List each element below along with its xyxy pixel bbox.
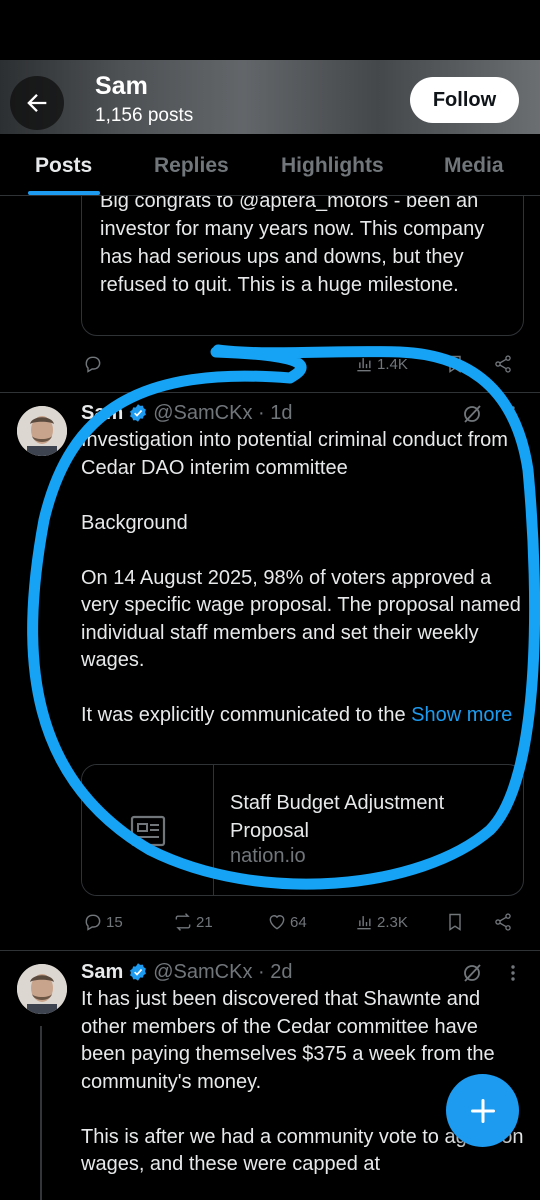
post-divider: [0, 950, 540, 951]
share-button[interactable]: [493, 912, 513, 932]
prev-reply-button[interactable]: [83, 354, 103, 374]
share-icon: [495, 913, 511, 931]
like-button[interactable]: 64: [267, 912, 307, 932]
thread-connector-line: [40, 1026, 42, 1200]
show-more-link[interactable]: Show more: [411, 704, 512, 726]
grok-icon[interactable]: [460, 402, 484, 426]
avatar-photo: [17, 406, 67, 456]
profile-header: Sam 1,156 posts Follow: [0, 60, 540, 134]
quoted-post-card[interactable]: Big congrats to @aptera_motors - been an…: [81, 196, 524, 336]
post-paragraph: It has just been discovered that Shawnte…: [81, 988, 495, 1093]
author-handle-time: @SamCKx · 2d: [153, 960, 293, 983]
avatar[interactable]: [17, 964, 67, 1014]
link-preview-card[interactable]: Staff Budget Adjustment Proposal nation.…: [81, 764, 524, 896]
verified-badge-icon: [130, 404, 147, 422]
more-icon[interactable]: [506, 402, 520, 426]
back-arrow-icon: [27, 94, 47, 112]
repost-button[interactable]: 21: [173, 912, 213, 932]
link-thumbnail: [82, 765, 214, 895]
tab-posts[interactable]: Posts: [35, 154, 92, 178]
tab-highlights[interactable]: Highlights: [281, 154, 384, 178]
author-handle-time: @SamCKx · 1d: [153, 401, 293, 424]
views-button[interactable]: 2.3K: [354, 912, 408, 932]
share-icon: [495, 355, 511, 373]
prev-views-count: 1.4K: [377, 355, 408, 373]
timeline: Big congrats to @aptera_motors - been an…: [0, 196, 540, 1200]
article-icon: [130, 815, 165, 847]
post-header: Sam @SamCKx · 2d: [81, 958, 292, 986]
views-icon: [357, 358, 371, 372]
views-icon: [357, 916, 371, 930]
quoted-post-text: Big congrats to @aptera_motors - been an…: [100, 196, 485, 296]
bookmark-icon: [449, 913, 461, 931]
follow-button[interactable]: Follow: [410, 77, 519, 123]
active-tab-indicator: [28, 191, 100, 195]
avatar[interactable]: [17, 406, 67, 456]
post-paragraph: Background: [81, 511, 188, 534]
tab-media[interactable]: Media: [444, 154, 504, 178]
post-actions: 15 21 64 2.3K: [81, 912, 521, 940]
link-card-title: Staff Budget Adjustment Proposal: [230, 792, 445, 842]
like-count: 64: [290, 913, 307, 931]
reply-count: 15: [106, 913, 123, 931]
views-count: 2.3K: [377, 913, 408, 931]
bookmark-button[interactable]: [445, 912, 465, 932]
tab-replies[interactable]: Replies: [154, 154, 229, 178]
post-header: Sam @SamCKx · 1d: [81, 399, 292, 427]
repost-count: 21: [196, 913, 213, 931]
prev-views-button[interactable]: 1.4K: [354, 354, 408, 374]
prev-post-actions: 1.4K: [81, 354, 521, 382]
back-button[interactable]: [10, 76, 64, 130]
post-paragraph-text: It was explicitly communicated to the: [81, 704, 412, 726]
post-body: Investigation into potential criminal co…: [81, 427, 526, 730]
post-divider: [0, 392, 540, 393]
prev-share-button[interactable]: [493, 354, 513, 374]
avatar-photo: [17, 964, 67, 1014]
author-name[interactable]: Sam: [81, 961, 123, 984]
more-icon[interactable]: [506, 961, 520, 985]
bookmark-icon: [449, 355, 461, 373]
post-paragraph: On 14 August 2025, 98% of voters approve…: [81, 566, 521, 672]
prev-bookmark-button[interactable]: [445, 354, 465, 374]
repost-icon: [175, 913, 191, 931]
verified-badge-icon: [130, 963, 147, 981]
compose-plus-icon: [470, 1098, 495, 1123]
post-paragraph-truncated: It was explicitly communicated to the Sh…: [81, 702, 526, 730]
profile-tabs: Posts Replies Highlights Media: [0, 134, 540, 196]
link-card-domain: nation.io: [230, 845, 306, 867]
grok-icon[interactable]: [460, 961, 484, 985]
post-paragraph: Investigation into potential criminal co…: [81, 429, 508, 479]
reply-icon: [85, 914, 101, 931]
header-profile-name: Sam: [95, 72, 148, 100]
reply-button[interactable]: 15: [83, 912, 123, 932]
header-posts-count: 1,156 posts: [95, 105, 194, 126]
compose-button[interactable]: [446, 1074, 519, 1147]
reply-icon: [85, 356, 101, 373]
like-icon: [269, 915, 285, 930]
author-name[interactable]: Sam: [81, 402, 123, 425]
